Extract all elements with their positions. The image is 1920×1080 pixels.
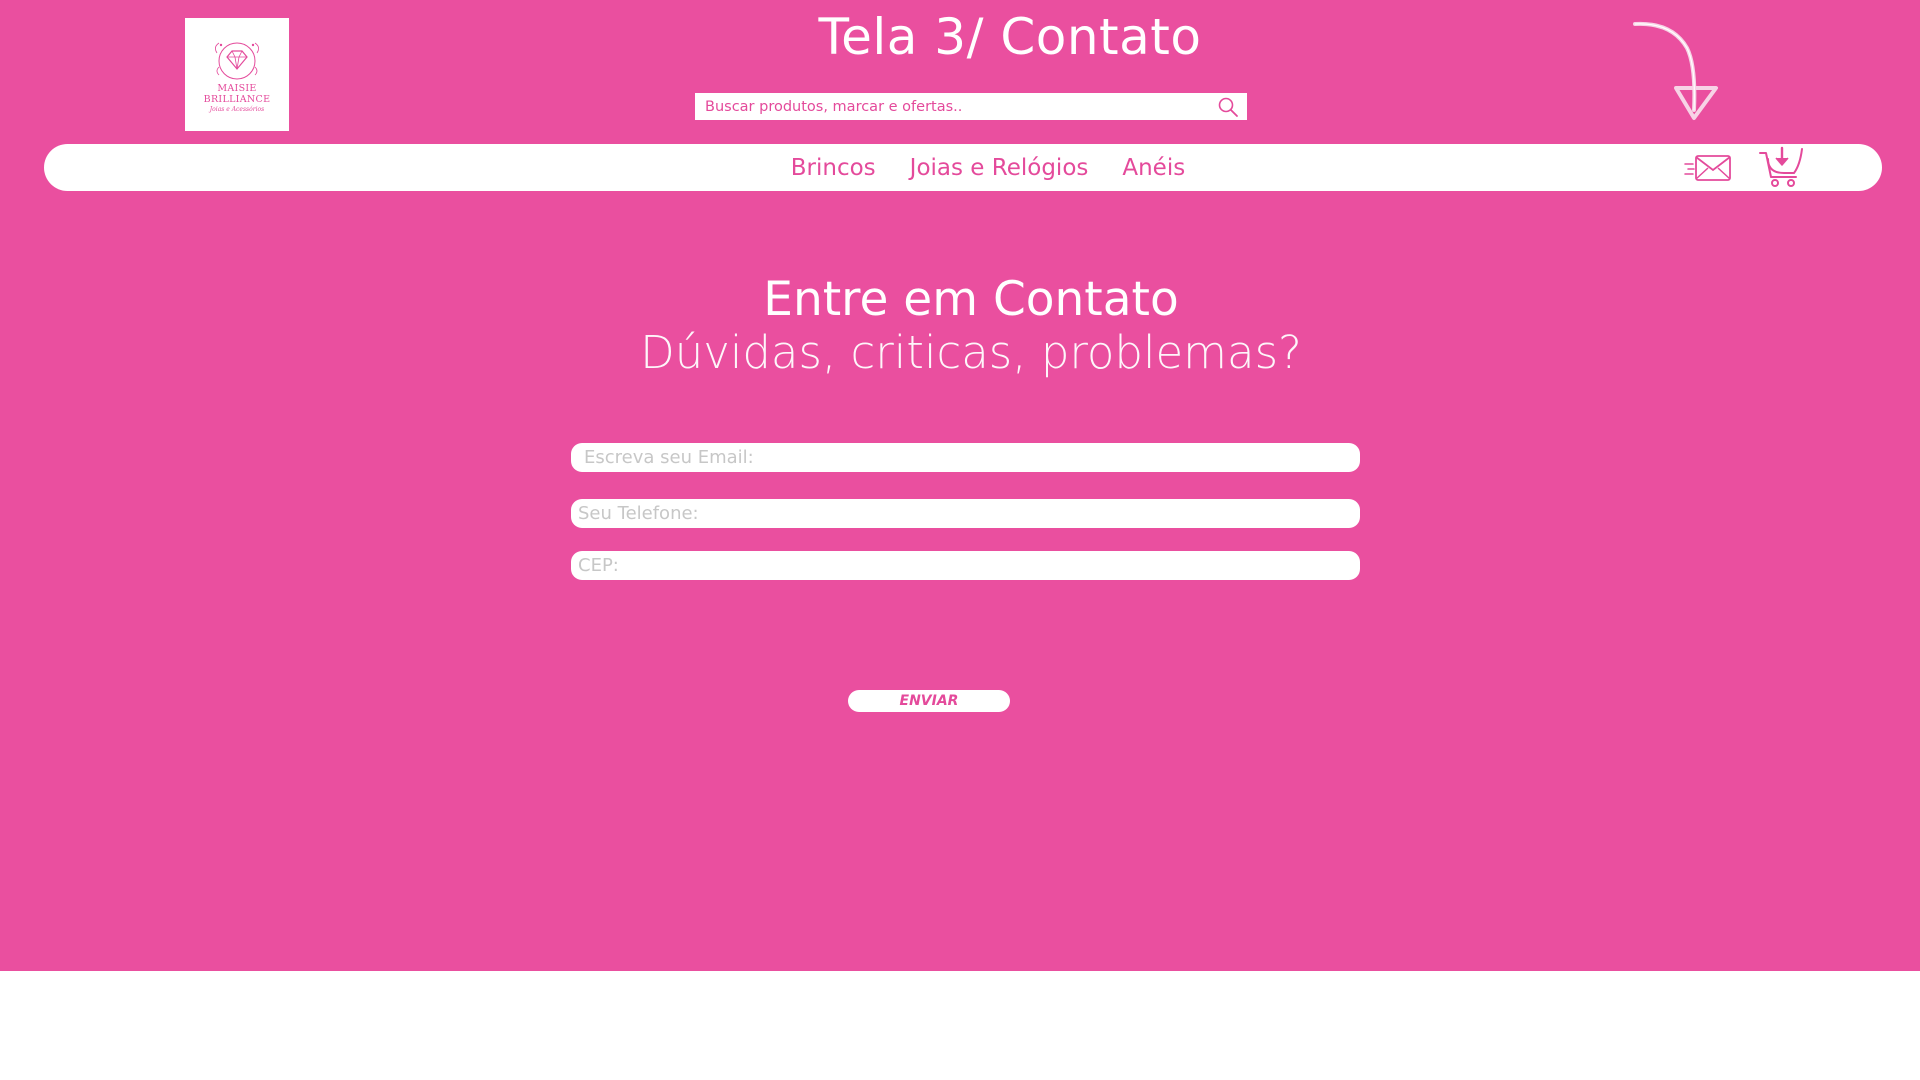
cart-button[interactable] [1758,145,1806,189]
logo-name-line1: MAISIE [217,82,257,94]
phone-field[interactable] [571,499,1360,528]
contact-subheading: Dúvidas, criticas, problemas? [640,326,1302,379]
contact-heading: Entre em Contato [763,272,1179,327]
nav-links: Brincos Joias e Relógios Anéis [44,144,1882,191]
nav-link-aneis[interactable]: Anéis [1122,155,1185,181]
main-nav: Brincos Joias e Relógios Anéis [44,144,1882,191]
cart-icon [1759,146,1803,187]
diamond-logo-icon [215,42,259,79]
logo-tagline: Joias e Acessórios [209,105,265,113]
arrow-down-icon [1633,21,1718,120]
contact-mail-button[interactable] [1684,148,1734,188]
email-field[interactable] [571,443,1360,472]
cep-field[interactable] [571,551,1360,580]
nav-link-joias-relogios[interactable]: Joias e Relógios [910,155,1089,181]
mail-icon [1684,155,1731,181]
search-input[interactable] [695,94,1209,119]
nav-link-brincos[interactable]: Brincos [791,155,876,181]
logo-name-line2: BRILLIANCE [203,93,271,105]
search-bar [695,93,1247,120]
search-button[interactable] [1209,93,1247,120]
screen-title: Tela 3/ Contato [818,8,1202,66]
send-button[interactable]: ENVIAR [848,690,1010,712]
search-icon [1218,97,1238,117]
brand-logo[interactable]: MAISIE BRILLIANCE Joias e Acessórios [185,18,289,131]
